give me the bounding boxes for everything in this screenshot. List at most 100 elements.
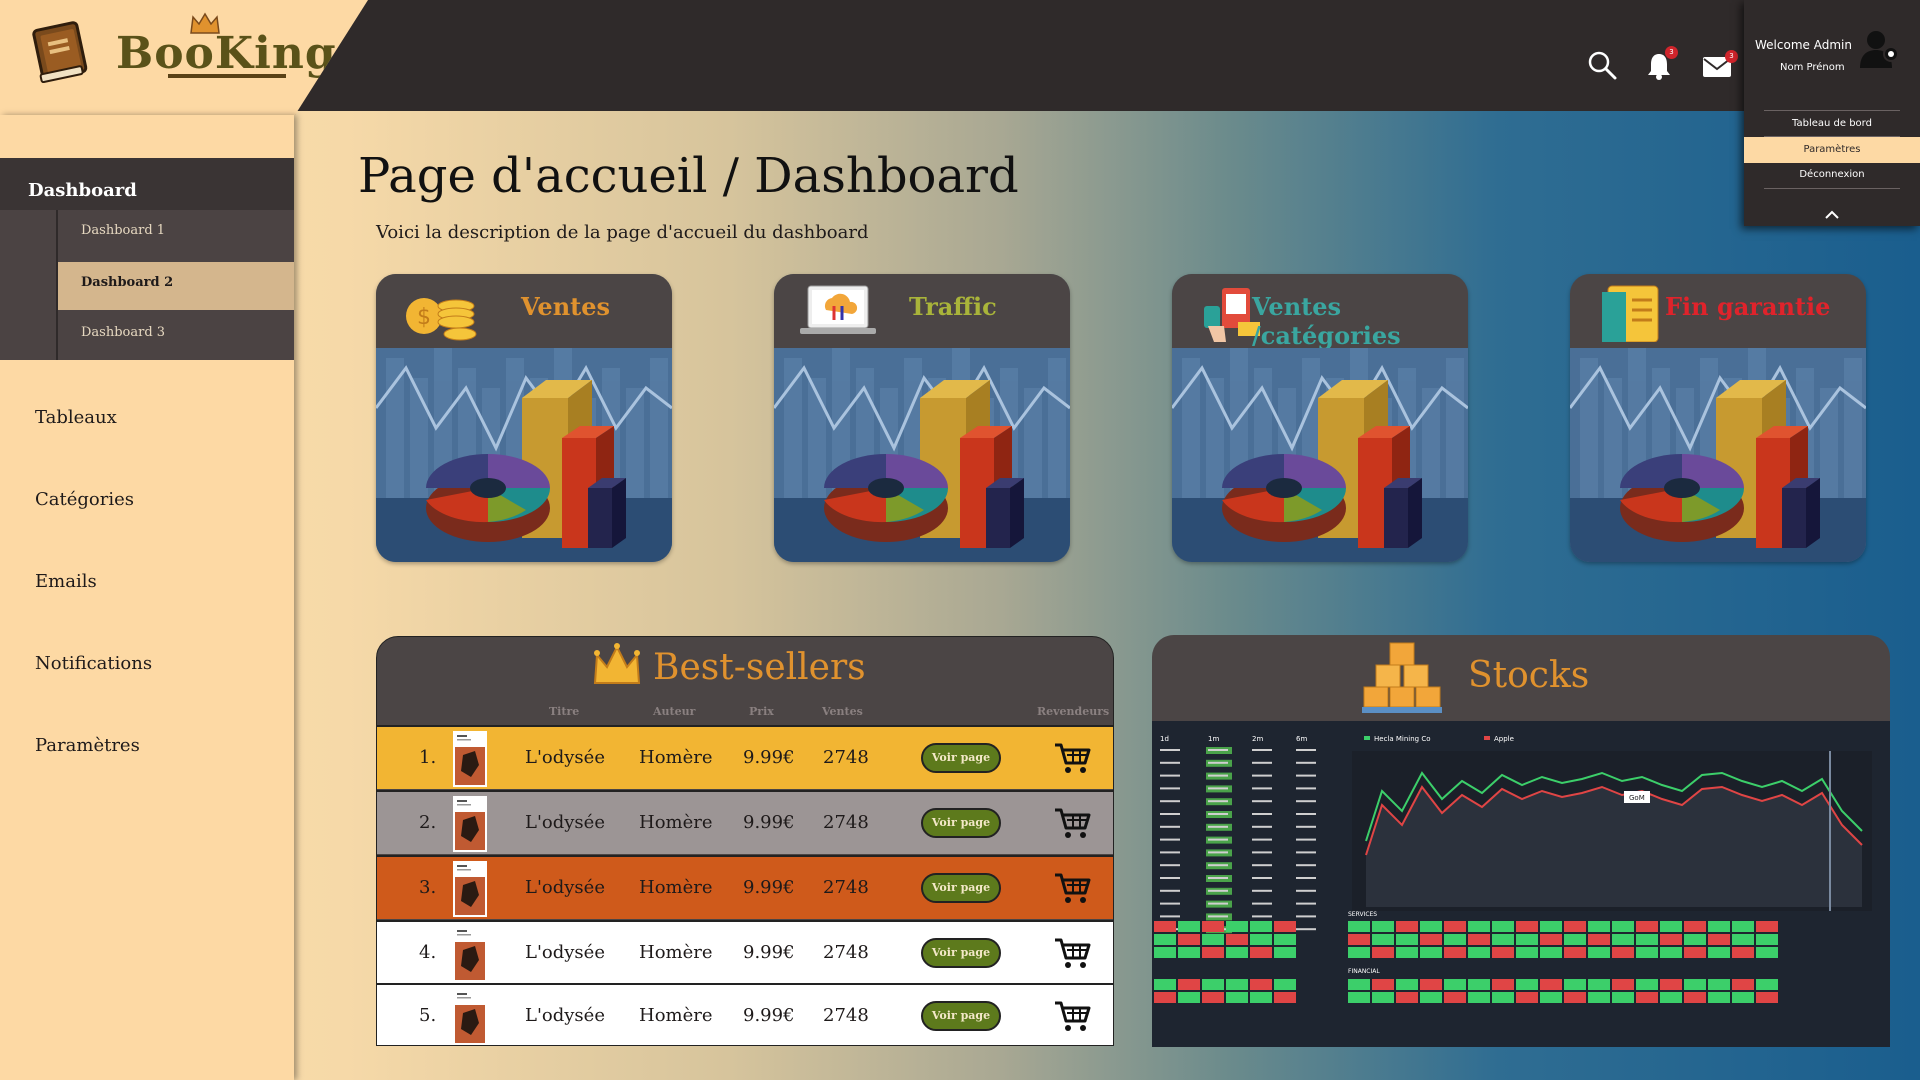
heatmap-cell [1516,992,1538,1003]
sidebar-item-categories[interactable]: Catégories [35,489,134,510]
card-ventes[interactable]: $ Ventes [376,274,672,562]
user-welcome: Welcome Admin [1755,38,1852,52]
book-cover[interactable] [453,926,487,982]
heatmap-cell [1154,979,1176,990]
heatmap-cell [1348,992,1370,1003]
chevron-up-icon[interactable] [1824,208,1840,220]
heatmap-cell [1756,992,1778,1003]
book-cover[interactable] [453,861,487,917]
book-cover[interactable] [453,796,487,852]
sidebar-item-emails[interactable]: Emails [35,571,97,592]
heatmap-cell [1250,934,1272,945]
stock-cell-text [1296,915,1316,918]
heatmap-cell [1732,979,1754,990]
heatmap-cell [1178,934,1200,945]
heatmap-cell [1636,934,1658,945]
heatmap-cell [1684,947,1706,958]
sidebar-subitem-dashboard-3[interactable]: Dashboard 3 [58,312,294,360]
cart-icon[interactable] [1053,999,1091,1033]
stock-cell-text [1160,800,1180,803]
cart-icon[interactable] [1053,741,1091,775]
heatmap-cell [1372,992,1394,1003]
logo-text: BooKing [116,28,337,79]
heatmap-cell [1444,921,1466,932]
sidebar-item-dashboard[interactable]: Dashboard [0,158,294,210]
heatmap-cell [1226,934,1248,945]
heatmap-cell [1178,947,1200,958]
book-sales: 2748 [823,747,869,768]
book-sales: 2748 [823,1005,869,1026]
messages-button[interactable]: 3 [1702,50,1738,78]
stock-cell-text [1208,800,1228,803]
sidebar: Dashboard Dashboard 1 Dashboard 2 Dashbo… [0,115,294,1080]
sidebar-item-parametres[interactable]: Paramètres [35,735,140,756]
heatmap-cell [1348,934,1370,945]
card-ventes-cat-gories[interactable]: Ventes /catégories [1172,274,1468,562]
view-page-button[interactable]: Voir page [921,808,1001,838]
view-page-button[interactable]: Voir page [921,873,1001,903]
sidebar-item-tableaux[interactable]: Tableaux [35,407,117,428]
stock-cell-text [1252,800,1272,803]
heatmap-cell [1612,934,1634,945]
column-title: Titre [549,705,580,718]
legend-swatch [1484,736,1490,740]
user-gear-icon[interactable] [1858,28,1902,72]
stock-cell-text [1296,813,1316,815]
menu-item-dashboard[interactable]: Tableau de bord [1744,111,1920,137]
cart-icon[interactable] [1053,936,1091,970]
stock-cell-text [1296,800,1316,803]
heatmap-cell [1756,979,1778,990]
stock-cell-text [1208,851,1228,854]
stock-cell-text [1296,889,1316,892]
chart-tag: GoM [1629,794,1645,802]
cart-icon[interactable] [1053,806,1091,840]
notifications-button[interactable]: 3 [1646,46,1678,80]
book-author: Homère [639,877,713,898]
heatmap-cell [1468,979,1490,990]
heatmap-cell [1372,979,1394,990]
stock-cell-text [1160,813,1180,815]
heatmap-cell [1612,992,1634,1003]
stock-cell-text [1208,761,1228,764]
messages-badge: 3 [1725,50,1738,63]
heatmap-cell [1178,992,1200,1003]
stock-cell-text [1252,915,1272,918]
sidebar-item-notifications[interactable]: Notifications [35,653,152,674]
heatmap-cell [1178,979,1200,990]
heatmap-cell [1684,992,1706,1003]
stock-cell-text [1296,761,1316,764]
book-price: 9.99€ [743,1005,795,1026]
bestsellers-panel: Best-sellers Titre Auteur Prix Ventes Re… [376,636,1114,1046]
search-icon[interactable] [1587,50,1617,80]
heatmap-cell [1660,934,1682,945]
stock-cell-text [1160,889,1180,892]
view-page-button[interactable]: Voir page [921,743,1001,773]
heatmap-cell [1468,992,1490,1003]
heatmap-cell [1420,921,1442,932]
card-fin-garantie[interactable]: Fin garantie [1570,274,1866,562]
heatmap-cell [1396,921,1418,932]
stock-cell-text [1160,864,1180,867]
stock-cell-text [1208,774,1228,777]
chart-illustration [376,348,672,562]
heatmap-cell [1178,921,1200,932]
table-row: 4. L'odysée Homère 9.99€ 2748 Voir page [377,920,1113,984]
book-cover[interactable] [453,989,487,1045]
sidebar-subitem-dashboard-2[interactable]: Dashboard 2 [58,262,294,310]
stock-cell-text [1252,864,1272,867]
heatmap-cell [1154,947,1176,958]
sidebar-subitem-dashboard-1[interactable]: Dashboard 1 [58,210,294,258]
menu-item-settings[interactable]: Paramètres [1744,137,1920,163]
legend-swatch [1364,736,1370,740]
view-page-button[interactable]: Voir page [921,1001,1001,1031]
book-cover[interactable] [453,731,487,787]
heatmap-cell [1540,979,1562,990]
heatmap-cell [1708,992,1730,1003]
view-page-button[interactable]: Voir page [921,938,1001,968]
card-traffic[interactable]: Traffic [774,274,1070,562]
stock-cell-text [1160,825,1180,828]
menu-item-logout[interactable]: Déconnexion [1744,162,1920,188]
cart-icon[interactable] [1053,871,1091,905]
heatmap-cell [1684,979,1706,990]
stock-cell-text [1296,864,1316,867]
